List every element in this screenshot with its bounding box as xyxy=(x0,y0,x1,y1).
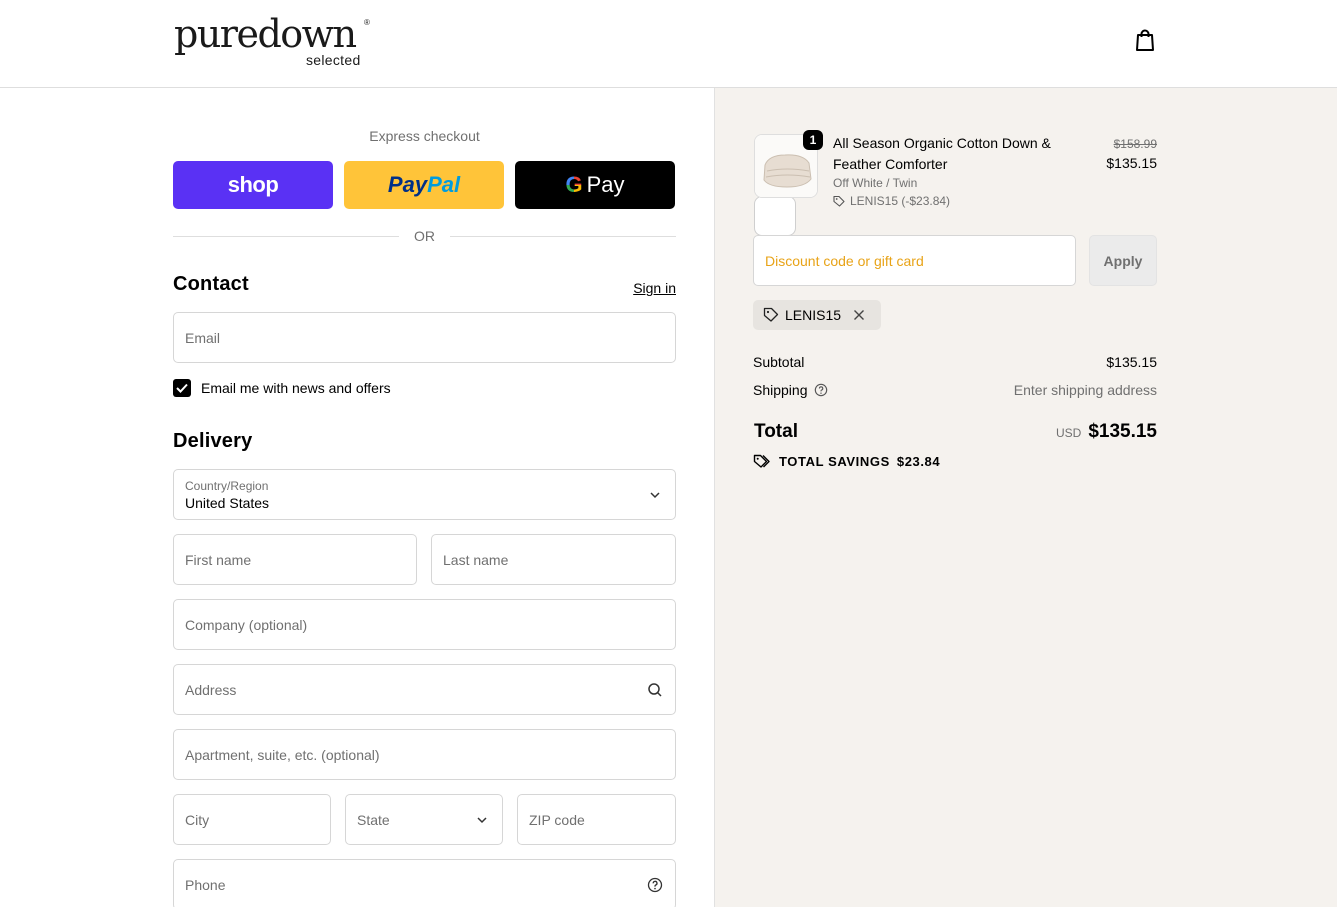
help-circle-icon[interactable] xyxy=(814,383,828,397)
or-label: OR xyxy=(402,228,447,244)
savings-tag-icon xyxy=(753,454,770,468)
google-g-icon: G xyxy=(565,172,583,197)
total-label: Total xyxy=(754,421,798,442)
paypal-label-pal: Pal xyxy=(427,172,461,197)
email-placeholder: Email xyxy=(185,330,221,346)
sign-in-link[interactable]: Sign in xyxy=(633,280,676,296)
logo-registered-mark: ® xyxy=(364,18,370,27)
shipping-value: Enter shipping address xyxy=(1013,382,1157,398)
phone-field[interactable]: Phone xyxy=(173,859,676,907)
city-field[interactable]: City xyxy=(173,794,331,845)
site-header: puredown ® selected xyxy=(0,0,1337,88)
discount-placeholder: Discount code or gift card xyxy=(765,253,924,269)
newsletter-label: Email me with news and offers xyxy=(201,380,391,396)
phone-placeholder: Phone xyxy=(185,877,226,893)
apply-discount-button[interactable]: Apply xyxy=(1089,235,1157,286)
checkmark-icon xyxy=(176,383,188,393)
apartment-placeholder: Apartment, suite, etc. (optional) xyxy=(185,747,380,763)
country-value: United States xyxy=(185,495,270,511)
item-price: $135.15 xyxy=(1106,155,1157,171)
total-value: $135.15 xyxy=(1088,421,1157,442)
search-icon xyxy=(648,683,662,697)
quantity-badge: 1 xyxy=(803,130,823,150)
address-field[interactable]: Address xyxy=(173,664,676,715)
last-name-placeholder: Last name xyxy=(443,552,509,568)
subtotal-value: $135.15 xyxy=(1106,354,1157,370)
product-discount: LENIS15 (-$23.84) xyxy=(833,194,950,208)
city-placeholder: City xyxy=(185,812,210,828)
paypal-button[interactable]: Pay Pal xyxy=(344,161,504,209)
state-placeholder: State xyxy=(357,812,390,828)
shopping-bag-icon[interactable] xyxy=(1134,28,1156,52)
discount-code-input[interactable]: Discount code or gift card xyxy=(753,235,1076,286)
product-variant: Off White / Twin xyxy=(833,176,918,190)
tag-icon xyxy=(763,307,779,322)
tag-icon xyxy=(833,195,845,207)
chevron-down-icon xyxy=(477,817,487,824)
email-field[interactable]: Email xyxy=(173,312,676,363)
paypal-label-pay: Pay xyxy=(387,172,428,197)
zip-placeholder: ZIP code xyxy=(529,812,585,828)
remove-discount-button[interactable] xyxy=(853,309,871,321)
savings-label: TOTAL SAVINGS xyxy=(779,453,890,469)
logo-wordmark: puredown xyxy=(174,12,357,56)
state-select[interactable]: State xyxy=(345,794,503,845)
first-name-placeholder: First name xyxy=(185,552,252,568)
close-icon xyxy=(854,310,865,320)
express-checkout-label: Express checkout xyxy=(369,128,480,144)
total-amount: USD $135.15 xyxy=(1056,421,1157,443)
last-name-field[interactable]: Last name xyxy=(431,534,676,585)
order-summary-panel xyxy=(714,88,1337,907)
puredown-logo[interactable]: puredown ® selected xyxy=(174,14,374,70)
help-circle-icon[interactable] xyxy=(647,877,663,893)
country-select[interactable]: Country/Region United States xyxy=(173,469,676,520)
delivery-heading: Delivery xyxy=(173,430,253,452)
total-currency: USD xyxy=(1055,426,1082,440)
country-label: Country/Region xyxy=(185,479,269,493)
contact-heading: Contact xyxy=(173,273,249,295)
google-pay-label: Pay xyxy=(586,172,625,197)
thumbnail-shadow xyxy=(754,196,796,236)
first-name-field[interactable]: First name xyxy=(173,534,417,585)
shop-pay-button[interactable]: shop xyxy=(173,161,333,209)
or-text-wrap: OR xyxy=(173,228,676,244)
product-title: All Season Organic Cotton Down & Feather… xyxy=(833,135,1051,172)
apartment-field[interactable]: Apartment, suite, etc. (optional) xyxy=(173,729,676,780)
chevron-down-icon xyxy=(650,492,660,499)
company-placeholder: Company (optional) xyxy=(185,617,308,633)
subtotal-label: Subtotal xyxy=(753,354,805,370)
original-price: $158.99 xyxy=(1113,137,1157,151)
logo-subtitle: selected xyxy=(306,52,361,68)
newsletter-checkbox[interactable] xyxy=(173,379,191,397)
total-savings: TOTAL SAVINGS $23.84 xyxy=(753,453,940,469)
applied-code-label: LENIS15 xyxy=(785,307,842,323)
zip-field[interactable]: ZIP code xyxy=(517,794,676,845)
google-pay-button[interactable]: G Pay xyxy=(515,161,675,209)
company-field[interactable]: Company (optional) xyxy=(173,599,676,650)
shipping-label: Shipping xyxy=(753,382,808,398)
shipping-row: Shipping xyxy=(753,382,828,398)
newsletter-option: Email me with news and offers xyxy=(173,378,391,398)
or-divider: OR xyxy=(173,228,676,244)
address-placeholder: Address xyxy=(185,682,237,698)
product-discount-text: LENIS15 (-$23.84) xyxy=(850,194,951,208)
savings-value: $23.84 xyxy=(896,453,941,469)
shop-pay-label: shop xyxy=(227,172,279,197)
applied-discount-tag: LENIS15 xyxy=(753,300,882,330)
